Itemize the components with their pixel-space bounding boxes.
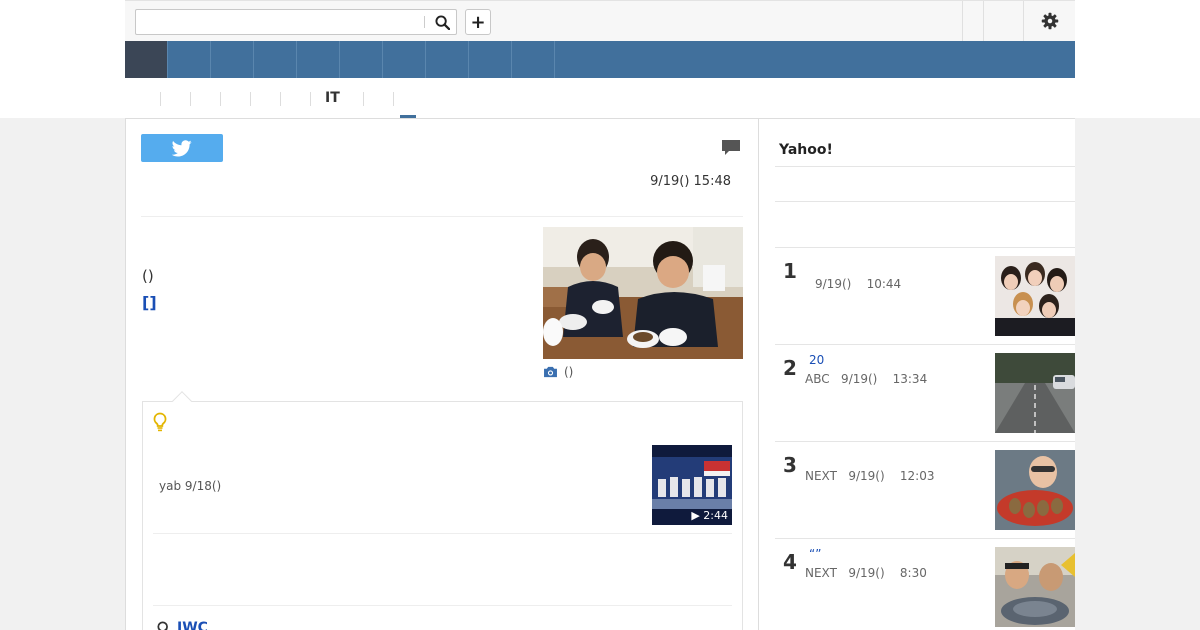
nav-item[interactable] — [211, 41, 254, 78]
top-header: + IT — [0, 0, 1200, 119]
ranking-item[interactable]: 3 NEXT 9/19() 12:03 — [775, 441, 1075, 538]
twitter-share-button[interactable] — [141, 134, 223, 162]
nav-item[interactable] — [383, 41, 426, 78]
video-thumbnail[interactable]: ▶ 2:44 — [652, 445, 732, 525]
related-search-label: JWC — [177, 620, 208, 630]
divider — [141, 216, 743, 217]
video-meta: yab 9/18() — [159, 479, 222, 493]
comment-button[interactable] — [721, 139, 741, 161]
search-divider — [424, 16, 425, 28]
rank-number: 4 — [783, 550, 797, 574]
nav-item[interactable] — [469, 41, 512, 78]
ranking-item[interactable]: 1 9/19() 10:44 — [775, 247, 1075, 344]
photo-caption-text: () — [564, 365, 574, 379]
article-link[interactable]: [] — [142, 293, 157, 312]
camera-icon — [544, 366, 557, 378]
plus-icon: + — [470, 11, 486, 33]
nav-item[interactable] — [340, 41, 383, 78]
subnav-item-it[interactable]: IT — [325, 90, 340, 106]
related-video-box: yab 9/18() ▶ 2:44 JWC — [142, 391, 743, 630]
nav-item[interactable] — [297, 41, 340, 78]
search-input[interactable] — [136, 10, 424, 34]
main-nav — [125, 41, 1075, 78]
rank-thumbnail[interactable] — [995, 353, 1075, 433]
rank-thumbnail[interactable] — [995, 256, 1075, 336]
divider — [153, 533, 732, 534]
thumb-illustration — [995, 450, 1075, 530]
divider — [153, 605, 732, 606]
category-subnav: IT — [125, 78, 1075, 119]
rank-meta: ABC 9/19() 13:34 — [805, 372, 928, 386]
add-button[interactable]: + — [465, 9, 491, 35]
article-photo[interactable] — [543, 227, 743, 359]
twitter-bird-icon — [172, 139, 192, 156]
photo-caption: () — [543, 365, 573, 379]
nav-item-home[interactable] — [125, 41, 168, 78]
article-datetime: 9/19() 15:48 — [650, 174, 731, 189]
rank-title[interactable]: 20 — [809, 353, 824, 367]
divider — [775, 166, 1075, 167]
sidebar-title: Yahoo! — [779, 142, 833, 158]
article-main: 9/19() 15:48 () [] () yab 9/18() ▶ 2:44 … — [125, 118, 759, 630]
rank-number: 1 — [783, 259, 797, 283]
rank-meta: 9/19() 10:44 — [815, 277, 902, 291]
ranking-sidebar: Yahoo! 1 9/19() 10:44 2 20 ABC 9/19() 13… — [759, 118, 1075, 630]
article-summary: () — [142, 267, 154, 285]
search-row: + — [125, 0, 1075, 41]
lightbulb-icon — [153, 412, 167, 436]
rank-number: 2 — [783, 356, 797, 380]
search-icon — [434, 14, 450, 30]
rank-thumbnail[interactable] — [995, 450, 1075, 530]
ranking-item[interactable]: 4 “” NEXT 9/19() 8:30 — [775, 538, 1075, 630]
nav-item[interactable] — [168, 41, 211, 78]
search-box — [135, 9, 457, 35]
divider — [775, 201, 1075, 202]
nav-item[interactable] — [254, 41, 297, 78]
magnifier-icon — [157, 621, 168, 630]
rank-thumbnail[interactable] — [995, 547, 1075, 627]
rank-meta: NEXT 9/19() 12:03 — [805, 469, 935, 483]
settings-button[interactable] — [1039, 10, 1061, 32]
rank-title[interactable]: “” — [809, 547, 821, 561]
related-search-link[interactable]: JWC — [157, 620, 208, 630]
search-button[interactable] — [430, 12, 454, 32]
nav-item[interactable] — [426, 41, 469, 78]
rank-meta: NEXT 9/19() 8:30 — [805, 566, 927, 580]
ranking-item[interactable]: 2 20 ABC 9/19() 13:34 — [775, 344, 1075, 441]
thumb-illustration — [995, 547, 1075, 627]
thumb-illustration — [995, 256, 1075, 336]
gear-icon — [1041, 12, 1059, 30]
video-duration: ▶ 2:44 — [691, 509, 728, 522]
rank-number: 3 — [783, 453, 797, 477]
callout-arrow — [172, 391, 192, 411]
nav-item[interactable] — [512, 41, 555, 78]
photo-illustration — [543, 227, 743, 359]
thumb-illustration — [995, 353, 1075, 433]
comment-icon — [722, 140, 740, 155]
